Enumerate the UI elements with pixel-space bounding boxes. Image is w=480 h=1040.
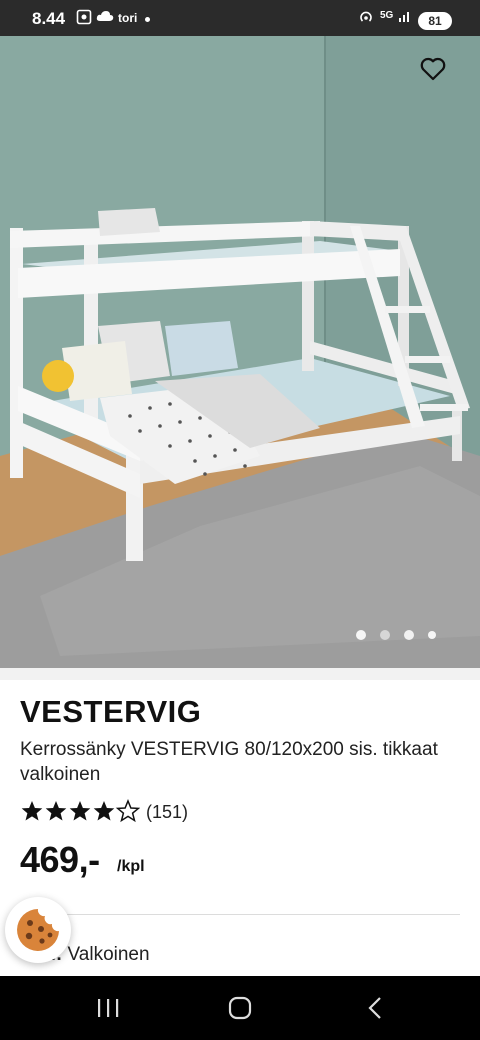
cookie-icon — [17, 909, 59, 951]
product-price: 469,- — [20, 839, 100, 880]
star-rating-icons — [21, 799, 140, 823]
recent-apps-icon[interactable] — [92, 994, 124, 1022]
back-icon[interactable] — [360, 994, 392, 1022]
network-type: 5G — [380, 10, 394, 21]
product-title: VESTERVIG — [20, 694, 202, 729]
star-empty-icon — [115, 799, 140, 823]
carrier-label: tori — [118, 11, 138, 25]
system-nav-bar — [0, 976, 480, 1040]
price-unit: /kpl — [117, 858, 145, 875]
variant-value: Valkoinen — [67, 944, 150, 965]
star-filled-icon — [21, 801, 43, 821]
carousel-dot[interactable] — [404, 630, 414, 640]
carousel-dot-active[interactable] — [356, 630, 366, 640]
carousel-dot[interactable] — [380, 630, 390, 640]
product-image[interactable] — [0, 36, 480, 668]
hotspot-icon — [358, 9, 374, 28]
divider — [20, 914, 460, 915]
section-divider — [0, 668, 480, 680]
review-count[interactable]: (151) — [146, 802, 188, 823]
bunk-bed-photo — [0, 36, 480, 668]
cloud-icon — [96, 9, 114, 26]
product-description: Kerrossänky VESTERVIG 80/120x200 sis. ti… — [20, 739, 438, 785]
status-bar: 8.44 tori 5G 81 — [0, 0, 480, 36]
carousel-dot[interactable] — [428, 631, 436, 639]
notification-dot — [145, 17, 150, 22]
star-filled-icon — [69, 801, 91, 821]
home-icon[interactable] — [224, 994, 256, 1022]
cookie-settings-button[interactable] — [5, 897, 71, 963]
star-filled-icon — [45, 801, 67, 821]
screenshot-icon — [76, 9, 92, 28]
status-time: 8.44 — [32, 9, 66, 28]
star-filled-icon — [93, 801, 115, 821]
battery-indicator: 81 — [418, 12, 452, 30]
favorite-heart-icon[interactable] — [418, 54, 448, 84]
signal-icon — [398, 9, 412, 26]
